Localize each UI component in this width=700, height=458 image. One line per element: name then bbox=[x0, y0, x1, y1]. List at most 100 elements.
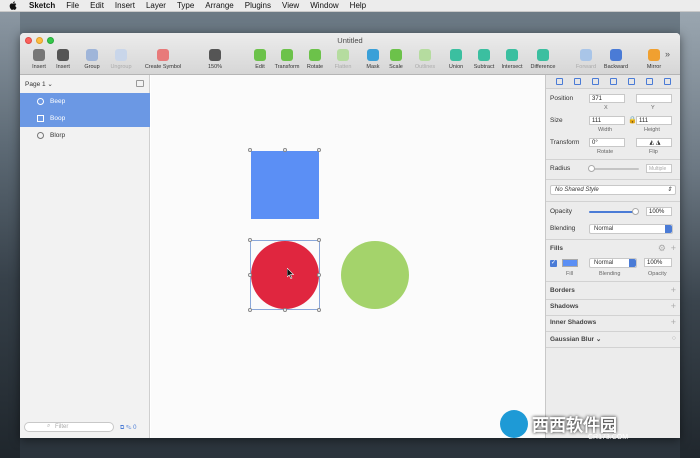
size-height-label: Height bbox=[644, 127, 660, 133]
fill-blending-select[interactable]: Normal bbox=[589, 258, 637, 268]
filter-input[interactable]: ⌕ Filter bbox=[24, 422, 114, 432]
menu-type[interactable]: Type bbox=[177, 1, 194, 10]
backward-icon bbox=[610, 49, 622, 61]
size-width-field[interactable]: 111 bbox=[589, 116, 625, 125]
menu-window[interactable]: Window bbox=[310, 1, 338, 10]
add-page-icon[interactable] bbox=[136, 80, 144, 87]
toolbar-label: Difference bbox=[530, 64, 556, 70]
apple-icon[interactable] bbox=[9, 1, 17, 10]
toolbar-150--button[interactable]: 150% bbox=[198, 47, 232, 70]
menu-app-name[interactable]: Sketch bbox=[29, 1, 55, 10]
opacity-slider[interactable] bbox=[589, 211, 635, 213]
union-icon bbox=[450, 49, 462, 61]
resize-handle[interactable] bbox=[248, 273, 252, 277]
resize-handle[interactable] bbox=[317, 238, 321, 242]
transform-icon bbox=[281, 49, 293, 61]
toolbar-forward-button[interactable]: Forward bbox=[569, 47, 603, 70]
shared-style-select[interactable]: No Shared Style ⇕ bbox=[550, 185, 676, 195]
toolbar-outlines-button[interactable]: Outlines bbox=[408, 47, 442, 70]
transform-label: Transform bbox=[550, 139, 580, 146]
toolbar-label: Backward bbox=[603, 64, 629, 70]
flip-horizontal-icon[interactable]: ◭ bbox=[650, 140, 655, 146]
layer-item-beep[interactable]: Beep bbox=[20, 93, 150, 110]
position-y-field[interactable] bbox=[636, 94, 672, 103]
menu-plugins[interactable]: Plugins bbox=[245, 1, 271, 10]
blending-select[interactable]: Normal bbox=[589, 224, 673, 234]
toolbar-create-symbol-button[interactable]: Create Symbol bbox=[145, 47, 181, 70]
toolbar-flatten-button[interactable]: Flatten bbox=[326, 47, 360, 70]
toolbar-label: Transform bbox=[274, 64, 300, 70]
resize-handle[interactable] bbox=[283, 308, 287, 312]
layer-item-boop[interactable]: Boop bbox=[20, 110, 150, 127]
resize-handle[interactable] bbox=[248, 308, 252, 312]
toolbar-label: Union bbox=[448, 64, 464, 70]
radius-slider-knob[interactable] bbox=[588, 165, 595, 172]
flip-buttons[interactable]: ◭ ◮ bbox=[636, 138, 672, 147]
menu-layer[interactable]: Layer bbox=[146, 1, 166, 10]
flatten-icon bbox=[337, 49, 349, 61]
chevron-down-icon[interactable]: ⌄ bbox=[596, 336, 601, 343]
menu-file[interactable]: File bbox=[66, 1, 79, 10]
resize-handle[interactable] bbox=[283, 148, 287, 152]
toolbar-label: Scale bbox=[389, 64, 403, 70]
divider bbox=[546, 201, 680, 202]
filter-tools[interactable]: ⧉ ✎ 0 bbox=[120, 425, 136, 432]
align-center-icon[interactable] bbox=[573, 78, 581, 85]
fill-enabled-checkbox[interactable]: ✓ bbox=[550, 260, 557, 267]
add-fill-icon[interactable]: + bbox=[671, 244, 676, 253]
watermark-logo bbox=[500, 410, 528, 438]
divider bbox=[546, 347, 680, 348]
align-middle-icon[interactable] bbox=[628, 78, 636, 85]
fill-opacity-field[interactable]: 100% bbox=[644, 258, 672, 267]
window-title: Untitled bbox=[337, 36, 363, 45]
opacity-slider-knob[interactable] bbox=[632, 208, 639, 215]
menu-help[interactable]: Help bbox=[350, 1, 366, 10]
symbol-icon bbox=[157, 49, 169, 61]
flip-vertical-icon[interactable]: ◮ bbox=[656, 140, 661, 146]
layer-item-blorp[interactable]: Blorp bbox=[20, 127, 150, 144]
add-inner-shadow-icon[interactable]: + bbox=[671, 318, 676, 327]
rotate-field[interactable]: 0° bbox=[589, 138, 625, 147]
toolbar-backward-button[interactable]: Backward bbox=[599, 47, 633, 70]
radius-slider[interactable] bbox=[589, 168, 639, 170]
menu-view[interactable]: View bbox=[282, 1, 299, 10]
toolbar-overflow-icon[interactable]: » bbox=[665, 49, 670, 59]
resize-handle[interactable] bbox=[248, 238, 252, 242]
toolbar-intersect-button[interactable]: Intersect bbox=[495, 47, 529, 70]
rotate-label: Rotate bbox=[597, 149, 614, 155]
opacity-field[interactable]: 100% bbox=[646, 207, 672, 216]
align-left-icon[interactable] bbox=[555, 78, 563, 85]
add-shadow-icon[interactable]: + bbox=[671, 302, 676, 311]
position-x-field[interactable]: 371 bbox=[589, 94, 625, 103]
canvas[interactable] bbox=[151, 75, 545, 438]
gaussian-blur-label: Gaussian Blur bbox=[550, 336, 595, 343]
toolbar-ungroup-button[interactable]: Ungroup bbox=[104, 47, 138, 70]
intersect-icon bbox=[506, 49, 518, 61]
size-height-field[interactable]: 111 bbox=[636, 116, 672, 125]
align-right-icon[interactable] bbox=[591, 78, 599, 85]
toolbar-label: Flatten bbox=[334, 64, 352, 70]
oval-icon bbox=[37, 98, 44, 105]
toggle-blur-icon[interactable]: ○ bbox=[672, 335, 676, 343]
distribute-icon[interactable] bbox=[664, 78, 672, 85]
gear-icon[interactable]: ⚙ bbox=[658, 244, 666, 253]
resize-handle[interactable] bbox=[317, 308, 321, 312]
menu-insert[interactable]: Insert bbox=[115, 1, 135, 10]
toolbar-difference-button[interactable]: Difference bbox=[526, 47, 560, 70]
fill-color-swatch[interactable] bbox=[562, 259, 578, 267]
resize-handle[interactable] bbox=[248, 148, 252, 152]
outlines-icon bbox=[419, 49, 431, 61]
menu-arrange[interactable]: Arrange bbox=[205, 1, 233, 10]
resize-handle[interactable] bbox=[317, 148, 321, 152]
shape-boop[interactable] bbox=[251, 151, 319, 219]
resize-handle[interactable] bbox=[317, 273, 321, 277]
toolbar-label: Subtract bbox=[473, 64, 495, 70]
page-name: Page 1 bbox=[25, 81, 46, 88]
add-border-icon[interactable]: + bbox=[671, 286, 676, 295]
menu-edit[interactable]: Edit bbox=[90, 1, 104, 10]
radius-field[interactable]: Multiple bbox=[646, 164, 672, 173]
page-selector[interactable]: Page 1 ⌄ bbox=[25, 80, 53, 88]
align-top-icon[interactable] bbox=[609, 78, 617, 85]
shape-blorp[interactable] bbox=[341, 241, 409, 309]
align-bottom-icon[interactable] bbox=[646, 78, 654, 85]
